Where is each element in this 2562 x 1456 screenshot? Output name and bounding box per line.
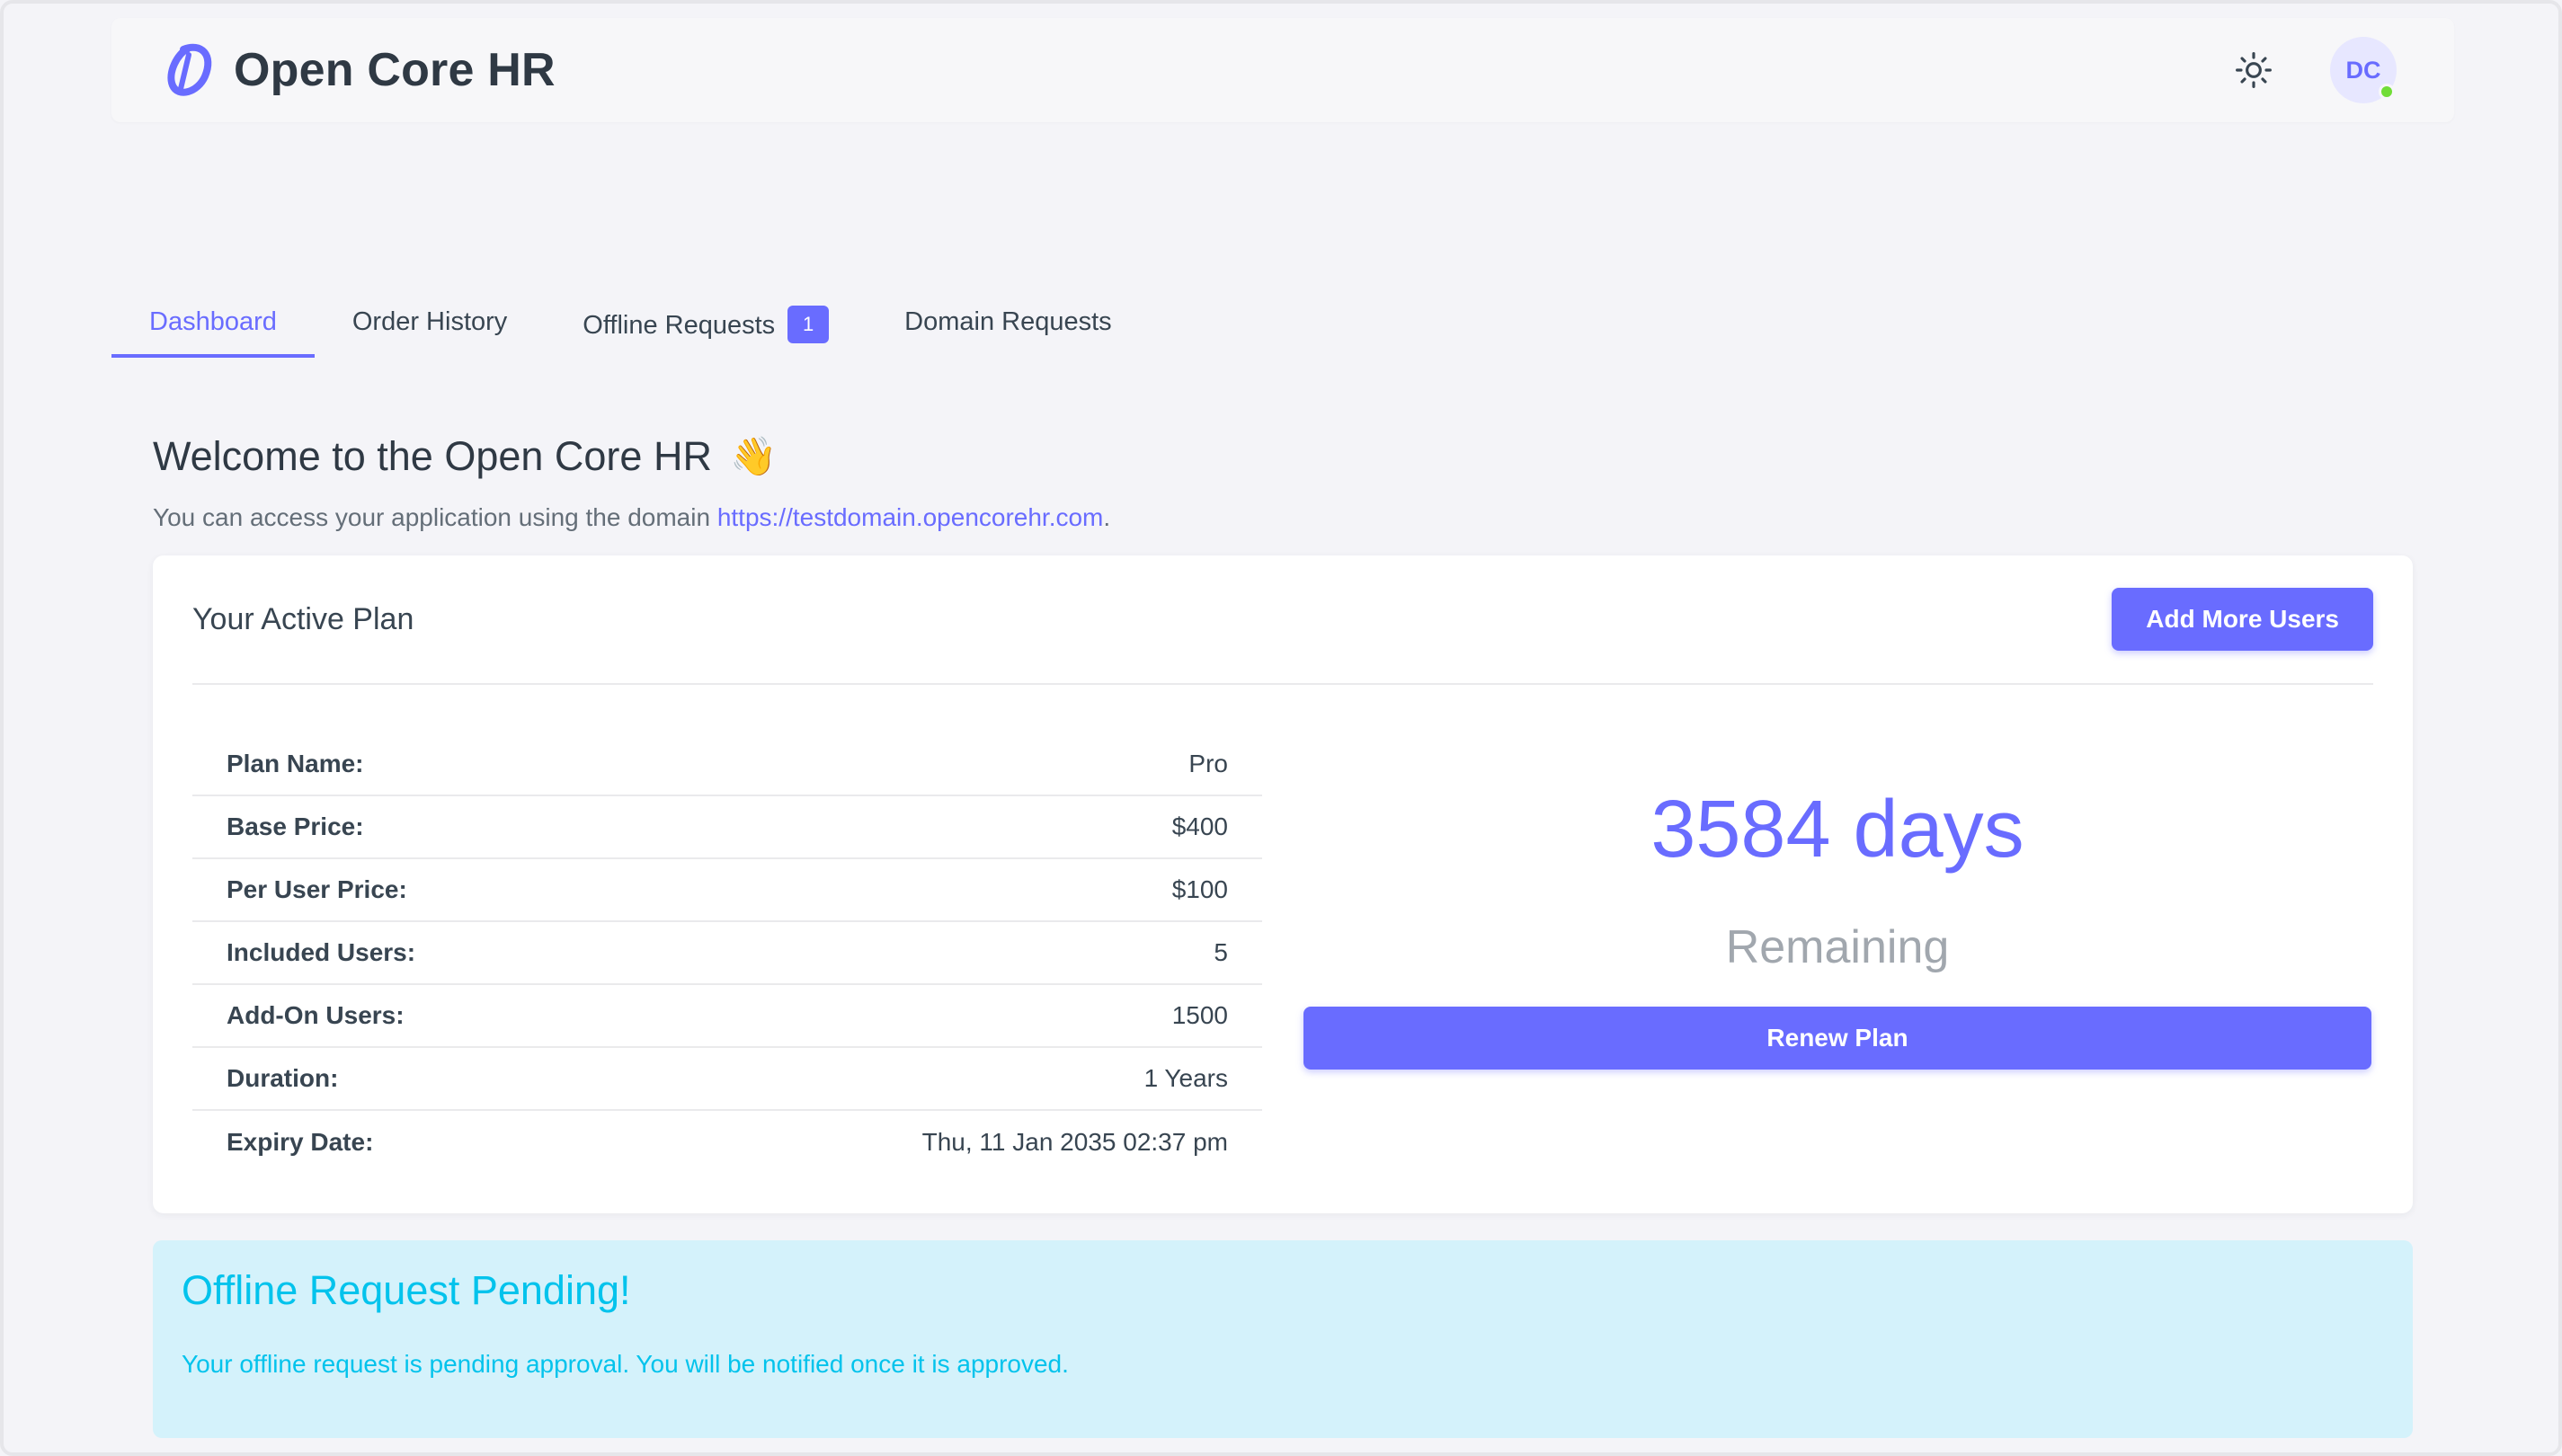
online-status-dot bbox=[2379, 84, 2395, 100]
row-value: Pro bbox=[1188, 750, 1228, 777]
welcome-subtitle: You can access your application using th… bbox=[153, 503, 1110, 532]
row-value: 5 bbox=[1214, 938, 1228, 966]
alert-text: Your offline request is pending approval… bbox=[182, 1350, 1069, 1378]
row-value: 1500 bbox=[1171, 1001, 1228, 1029]
app-name: Open Core HR bbox=[234, 44, 556, 96]
tab-order-history[interactable]: Order History bbox=[315, 295, 545, 358]
plan-details-table: Plan Name: Pro Base Price: $400 Per User… bbox=[192, 733, 1262, 1174]
remaining-days-panel: 3584 days Remaining Renew Plan bbox=[1303, 789, 2371, 1070]
row-value: Thu, 11 Jan 2035 02:37 pm bbox=[921, 1128, 1228, 1156]
table-row: Included Users: 5 bbox=[192, 922, 1262, 985]
tab-label: Order History bbox=[351, 307, 508, 336]
brand[interactable]: Open Core HR bbox=[165, 42, 556, 98]
table-row: Add-On Users: 1500 bbox=[192, 985, 1262, 1048]
avatar-initials: DC bbox=[2345, 56, 2381, 84]
welcome-title-text: Welcome to the Open Core HR bbox=[153, 433, 712, 479]
table-row: Per User Price: $100 bbox=[192, 859, 1262, 922]
tab-label: Offline Requests bbox=[583, 311, 776, 340]
tab-label: Domain Requests bbox=[904, 307, 1112, 336]
row-value: 1 Years bbox=[1143, 1064, 1228, 1092]
alert-title: Offline Request Pending! bbox=[182, 1267, 631, 1313]
days-remaining: 3584 days bbox=[1650, 785, 2024, 874]
offline-request-alert: Offline Request Pending! Your offline re… bbox=[153, 1240, 2413, 1438]
sun-icon bbox=[2236, 52, 2272, 88]
tab-dashboard[interactable]: Dashboard bbox=[111, 295, 315, 358]
tab-bar: Dashboard Order History Offline Requests… bbox=[111, 295, 1150, 358]
card-title: Your Active Plan bbox=[192, 601, 414, 636]
row-value: $400 bbox=[1171, 812, 1228, 840]
welcome-subtitle-prefix: You can access your application using th… bbox=[153, 503, 717, 531]
user-avatar[interactable]: DC bbox=[2330, 37, 2397, 103]
offline-requests-count-badge: 1 bbox=[787, 306, 830, 343]
tab-offline-requests[interactable]: Offline Requests 1 bbox=[545, 295, 867, 358]
add-more-users-button[interactable]: Add More Users bbox=[2112, 588, 2373, 651]
row-label: Expiry Date: bbox=[227, 1128, 374, 1156]
top-navbar: Open Core HR DC bbox=[111, 18, 2454, 122]
remaining-label: Remaining bbox=[1725, 921, 1950, 973]
waving-hand-icon: 👋 bbox=[729, 434, 778, 477]
row-value: $100 bbox=[1171, 875, 1228, 903]
row-label: Base Price: bbox=[227, 812, 364, 840]
table-row: Base Price: $400 bbox=[192, 796, 1262, 859]
theme-toggle-button[interactable] bbox=[2231, 48, 2276, 93]
row-label: Plan Name: bbox=[227, 750, 364, 777]
table-row: Expiry Date: Thu, 11 Jan 2035 02:37 pm bbox=[192, 1111, 1262, 1174]
row-label: Included Users: bbox=[227, 938, 416, 966]
row-label: Add-On Users: bbox=[227, 1001, 405, 1029]
table-row: Duration: 1 Years bbox=[192, 1048, 1262, 1111]
table-row: Plan Name: Pro bbox=[192, 733, 1262, 796]
logo-icon bbox=[165, 42, 212, 98]
welcome-subtitle-suffix: . bbox=[1103, 503, 1111, 531]
row-label: Duration: bbox=[227, 1064, 339, 1092]
domain-link[interactable]: https://testdomain.opencorehr.com bbox=[717, 503, 1104, 531]
card-header: Your Active Plan Add More Users bbox=[192, 555, 2373, 685]
tab-label: Dashboard bbox=[149, 307, 277, 336]
renew-plan-button[interactable]: Renew Plan bbox=[1303, 1007, 2371, 1070]
welcome-heading: Welcome to the Open Core HR 👋 bbox=[153, 433, 777, 480]
tab-domain-requests[interactable]: Domain Requests bbox=[867, 295, 1150, 358]
row-label: Per User Price: bbox=[227, 875, 407, 903]
active-plan-card: Your Active Plan Add More Users Plan Nam… bbox=[153, 555, 2413, 1213]
